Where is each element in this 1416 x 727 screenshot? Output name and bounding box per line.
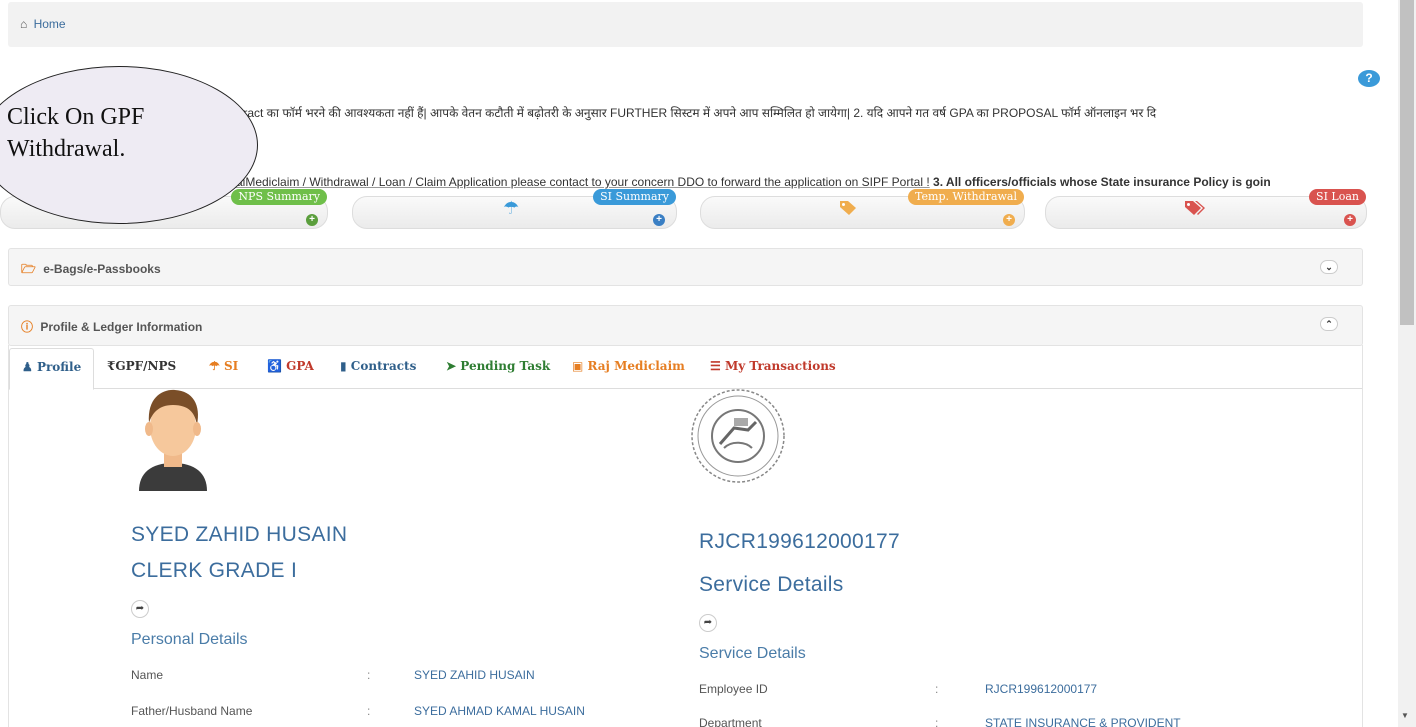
tab-si[interactable]: ☂ SI [209,359,238,373]
employee-id-heading: RJCR199612000177 [699,530,900,553]
ebags-panel-header[interactable]: 🗁 e-Bags/e-Passbooks ⌄ [8,248,1363,286]
service-details-title: Service Details [699,645,806,662]
tag-icon [839,200,857,221]
tab-si-label: SI [223,359,239,373]
tab-gpa[interactable]: ♿ GPA [267,359,314,373]
department-label: Department [699,716,762,727]
tab-pending-task[interactable]: ➤ Pending Task [446,359,550,373]
chevron-up-icon[interactable]: ⌃ [1320,317,1338,331]
list-icon: ☰ [710,359,721,373]
tags-icon [1184,200,1208,223]
info-icon: ⓘ [21,320,34,334]
callout-line-1: Click On GPF [7,104,145,130]
ebags-panel-title: e-Bags/e-Passbooks [43,262,161,276]
share-icon[interactable]: ➦ [699,614,717,632]
temp-withdrawal-badge: Temp. Withdrawal [908,189,1024,205]
breadcrumb-home-link[interactable]: Home [34,17,66,31]
tab-gpa-label: GPA [286,359,314,373]
wheelchair-icon: ♿ [267,359,282,373]
user-icon: ♟ [22,360,33,374]
si-loan-tile[interactable]: SI Loan + [1045,189,1367,229]
tab-profile-label: Profile [36,360,82,374]
expand-icon[interactable]: + [653,214,665,226]
help-icon[interactable]: ? [1358,70,1380,87]
colon: : [935,682,939,696]
breadcrumb: ⌂ Home [8,2,1363,47]
notice-marquee-text: kaiMediclaim / Withdrawal / Loan / Claim… [230,175,930,189]
scrollbar-thumb[interactable] [1400,0,1414,325]
employee-id-value: RJCR199612000177 [985,682,1098,696]
father-husband-name-value: SYED AHMAD KAMAL HUSAIN [414,704,585,718]
tab-gpf-nps[interactable]: ₹GPF/NPS [107,359,176,373]
profile-panel-title: Profile & Ledger Information [40,320,203,334]
designation-heading: CLERK GRADE I [131,559,298,582]
home-icon: ⌂ [20,17,28,31]
umbrella-icon: ☂ [503,198,520,218]
expand-icon[interactable]: + [1003,214,1015,226]
tab-gpf-nps-label: GPF/NPS [115,359,177,373]
notice-marquee-line-2: kaiMediclaim / Withdrawal / Loan / Claim… [230,175,1370,189]
expand-icon[interactable]: + [1344,214,1356,226]
name-label: Name [131,668,164,682]
folder-open-icon: 🗁 [21,262,36,276]
tab-contracts[interactable]: ▮ Contracts [340,359,416,373]
service-details-heading: Service Details [699,573,844,596]
tab-pending-task-label: Pending Task [460,359,551,373]
tab-contracts-label: Contracts [350,359,417,373]
tab-profile[interactable]: ♟ Profile [9,348,95,390]
file-icon: ▮ [340,359,347,373]
tab-my-transactions-label: My Transactions [724,359,836,373]
personal-details-title: Personal Details [131,631,248,648]
callout-line-2: Withdrawal. [7,136,126,162]
share-icon[interactable]: ➦ [131,600,149,618]
briefcase-icon: ▣ [572,359,584,373]
profile-panel-header[interactable]: ⓘ Profile & Ledger Information ⌃ [8,305,1363,346]
department-value: STATE INSURANCE & PROVIDENT [985,716,1181,727]
expand-icon[interactable]: + [306,214,318,226]
send-icon: ➤ [446,359,457,373]
umbrella-icon: ☂ [209,359,220,373]
page-scrollbar[interactable]: ▼ [1398,0,1416,727]
tab-raj-mediclaim-label: Raj Mediclaim [587,359,685,373]
name-value: SYED ZAHID HUSAIN [414,668,535,682]
tab-raj-mediclaim[interactable]: ▣ Raj Mediclaim [572,359,685,373]
chevron-down-icon[interactable]: ⌄ [1320,260,1338,274]
notice-marquee-line-1: tract का फॉर्म भरने की आवश्यकता नहीं हैं… [240,106,1157,120]
si-summary-tile[interactable]: SI Summary ☂ + [352,189,677,229]
colon: : [367,704,371,718]
employee-name-heading: SYED ZAHID HUSAIN [131,523,348,546]
nps-summary-badge: NPS Summary [231,189,327,205]
colon: : [935,716,939,727]
colon: : [367,668,371,682]
avatar [137,387,209,492]
father-husband-name-label: Father/Husband Name [131,704,253,718]
employee-id-label: Employee ID [699,682,768,696]
scroll-down-arrow-icon[interactable]: ▼ [1401,711,1409,720]
department-seal [690,388,786,484]
si-loan-badge: SI Loan [1309,189,1366,205]
temp-withdrawal-tile[interactable]: Temp. Withdrawal + [700,189,1025,229]
notice-marquee-bold-text: 3. All officers/officials whose State in… [933,175,1271,189]
tab-my-transactions[interactable]: ☰ My Transactions [710,359,836,373]
instruction-callout-text: Click On GPF Withdrawal. [7,101,144,165]
profile-tabs: ♟ Profile ₹GPF/NPS ☂ SI ♿ GPA ▮ Contract… [9,345,1362,390]
si-summary-badge: SI Summary [593,189,676,205]
